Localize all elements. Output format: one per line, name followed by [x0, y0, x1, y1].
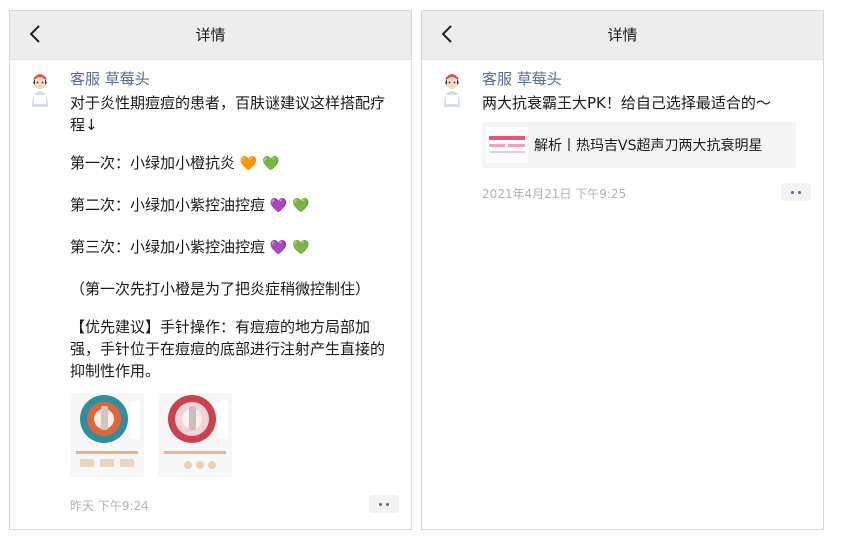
purple-heart-icon: 💜 — [269, 198, 288, 214]
post-text: 两大抗衰霸王大PK！给自己选择最适合的～ — [482, 94, 771, 112]
post-line-text: 第一次：小绿加小橙抗炎 — [70, 154, 236, 172]
post-image[interactable] — [158, 393, 232, 477]
orange-heart-icon: 🧡 — [239, 156, 258, 172]
nav-header: 详情 — [422, 11, 823, 60]
post-paragraph: 第三次：小绿加小紫控油控痘 💜 💚 — [70, 236, 399, 258]
post-paragraph: 对于炎性期痘痘的患者，百肤谜建议这样搭配疗程↓ — [70, 94, 386, 134]
post-content: 客服 草莓头 两大抗衰霸王大PK！给自己选择最适合的～ 解析丨热玛吉VS超声刀两… — [482, 69, 811, 168]
article-title: 解析丨热玛吉VS超声刀两大抗衰明星 — [534, 138, 763, 154]
timestamp: 昨天 下午9:24 — [70, 499, 149, 513]
purple-heart-icon: 💜 — [269, 240, 288, 256]
post-text: 对于炎性期痘痘的患者，百肤谜建议这样搭配疗程↓ 第一次：小绿加小橙抗炎 🧡 💚 … — [70, 92, 399, 382]
post-paragraph: （第一次先打小橙是为了把炎症稍微控制住） — [70, 280, 371, 298]
more-dots-icon — [386, 502, 389, 506]
more-button[interactable] — [781, 183, 811, 201]
shared-article-card[interactable]: 解析丨热玛吉VS超声刀两大抗衰明星 — [482, 122, 796, 168]
post-images — [70, 393, 399, 477]
post-content: 客服 草莓头 对于炎性期痘痘的患者，百肤谜建议这样搭配疗程↓ 第一次：小绿加小橙… — [70, 69, 399, 477]
more-dots-icon — [791, 190, 794, 194]
post-line-text: 第二次：小绿加小紫控油控痘 — [70, 196, 266, 214]
timestamp: 2021年4月21日 下午9:25 — [482, 187, 627, 201]
post-footer: 2021年4月21日 下午9:25 — [482, 183, 811, 202]
avatar[interactable] — [24, 69, 56, 109]
page-title: 详情 — [607, 26, 638, 44]
more-dots-icon — [798, 190, 801, 194]
post-paragraph: 【优先建议】手针操作：有痘痘的地方局部加强，手针位于在痘痘的底部进行注射产生直接… — [70, 318, 386, 380]
green-heart-icon: 💚 — [292, 240, 310, 256]
green-heart-icon: 💚 — [262, 156, 280, 172]
username-link[interactable]: 客服 草莓头 — [482, 69, 811, 89]
nav-header: 详情 — [10, 11, 411, 60]
more-button[interactable] — [369, 495, 399, 513]
post-footer: 昨天 下午9:24 — [70, 495, 399, 514]
post-image[interactable] — [70, 393, 144, 477]
moment-post: 客服 草莓头 两大抗衰霸王大PK！给自己选择最适合的～ 解析丨热玛吉VS超声刀两… — [436, 69, 811, 209]
moment-detail-panel-right: 详情 客服 草莓头 两大抗衰霸王大PK！给自己选择最适合的～ 解析丨热玛吉VS超… — [421, 10, 824, 530]
username-link[interactable]: 客服 草莓头 — [70, 69, 399, 89]
article-thumbnail — [486, 127, 528, 163]
green-heart-icon: 💚 — [292, 198, 310, 214]
page-title: 详情 — [195, 26, 226, 44]
avatar[interactable] — [436, 69, 468, 109]
moment-detail-panel-left: 详情 客服 草莓头 对于炎性期痘痘的患者，百肤谜建议这样搭配疗程↓ 第一次：小绿… — [9, 10, 412, 530]
more-dots-icon — [379, 502, 382, 506]
post-paragraph: 第一次：小绿加小橙抗炎 🧡 💚 — [70, 152, 399, 174]
moment-post: 客服 草莓头 对于炎性期痘痘的患者，百肤谜建议这样搭配疗程↓ 第一次：小绿加小橙… — [24, 69, 399, 529]
post-paragraph: 第二次：小绿加小紫控油控痘 💜 💚 — [70, 194, 399, 216]
post-line-text: 第三次：小绿加小紫控油控痘 — [70, 238, 266, 256]
